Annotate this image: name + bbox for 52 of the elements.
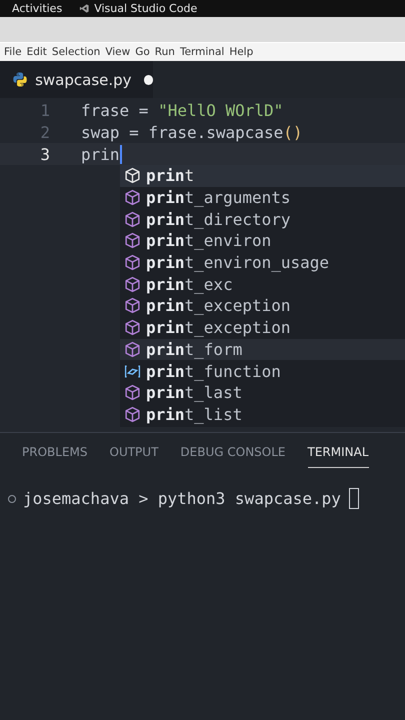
cube-icon [124, 254, 141, 272]
menu-item[interactable]: Terminal [180, 46, 224, 58]
suggestion-item[interactable]: print_environ_usage [120, 252, 405, 274]
cube-icon [124, 276, 141, 293]
brackets-icon [124, 362, 141, 380]
cube-icon [124, 340, 141, 358]
panel-tab[interactable]: OUTPUT [110, 439, 158, 468]
suggestion-item[interactable]: print_exception [120, 316, 405, 338]
cube-icon [124, 232, 141, 250]
editor-tab[interactable]: swapcase.py [0, 61, 153, 98]
suggestion-item[interactable]: print_arguments [120, 186, 405, 208]
suggestion-item[interactable]: print_function [120, 360, 405, 382]
app-logo-icon [79, 3, 90, 14]
line-number: 1 [39, 100, 50, 120]
line-number: 2 [39, 122, 50, 142]
suggestion-item[interactable]: print_directory [120, 208, 405, 230]
cube-icon [124, 319, 141, 336]
menu-item[interactable]: Selection [52, 46, 100, 58]
suggestion-item[interactable]: print_form [120, 338, 405, 360]
code-line: frase = "HellO WOrlD" [81, 100, 284, 120]
cube-icon [124, 384, 141, 402]
code-line: swap = frase.swapcase() [81, 122, 303, 142]
panel-tab[interactable]: DEBUG CONSOLE [180, 439, 286, 468]
tab-filename: swapcase.py [35, 70, 132, 88]
cube-icon [124, 167, 141, 184]
terminal-cursor [348, 488, 359, 509]
activities-button[interactable]: Activities [12, 2, 62, 15]
suggestion-item[interactable]: print_list [120, 404, 405, 426]
menu-item[interactable]: Run [154, 46, 175, 58]
cube-icon [124, 297, 141, 314]
suggestion-item[interactable]: print [120, 165, 405, 187]
python-icon [12, 71, 28, 88]
suggestion-item[interactable]: print_exception [120, 295, 405, 317]
line-number: 3 [39, 144, 50, 164]
app-name: Visual Studio Code [94, 2, 198, 15]
cube-icon [124, 406, 141, 423]
menu-item[interactable]: View [105, 46, 130, 58]
panel-tab[interactable]: PROBLEMS [22, 439, 88, 468]
menu-item[interactable]: File [4, 46, 22, 58]
terminal-command: josemachava > python3 swapcase.py [23, 489, 341, 508]
menu-item[interactable]: Edit [26, 46, 47, 58]
suggestion-item[interactable]: print_last [120, 382, 405, 404]
suggestion-item[interactable]: print_exc [120, 273, 405, 296]
panel-tab[interactable]: TERMINAL [308, 439, 369, 468]
cube-icon [124, 189, 141, 206]
suggestion-item[interactable]: print_environ [120, 230, 405, 252]
status-circle-icon [8, 494, 16, 502]
menu-item[interactable]: Help [229, 46, 254, 58]
menu-item[interactable]: Go [135, 46, 150, 58]
cube-icon [124, 210, 141, 228]
code-line: prin [81, 144, 120, 164]
text-cursor [120, 144, 122, 164]
